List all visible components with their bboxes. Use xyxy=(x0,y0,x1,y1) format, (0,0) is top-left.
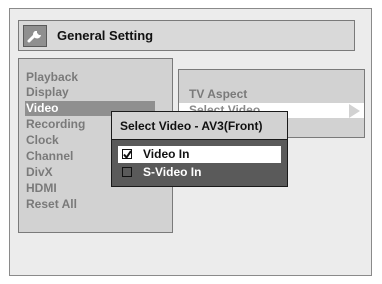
checkbox-unchecked[interactable] xyxy=(122,167,132,177)
checkmark-icon xyxy=(123,150,132,159)
option-s-video-in[interactable]: S-Video In xyxy=(118,164,281,181)
option-label: S-Video In xyxy=(143,165,202,179)
checkbox-checked[interactable] xyxy=(122,149,132,159)
osd-screen: General Setting Playback Display Video R… xyxy=(9,8,372,276)
wrench-icon xyxy=(23,24,47,47)
menu-item-display[interactable]: Display xyxy=(19,85,172,100)
submenu-item-tv-aspect[interactable]: TV Aspect xyxy=(189,87,359,102)
dialog-title: Select Video - AV3(Front) xyxy=(112,112,287,140)
option-label: Video In xyxy=(143,147,190,161)
page-title: General Setting xyxy=(57,28,154,43)
triangle-right-icon xyxy=(349,104,360,118)
option-video-in[interactable]: Video In xyxy=(118,146,281,163)
menu-item-reset-all[interactable]: Reset All xyxy=(19,197,172,212)
select-video-dialog: Select Video - AV3(Front) Video In S-Vid… xyxy=(111,111,288,187)
menu-item-playback[interactable]: Playback xyxy=(19,70,172,85)
title-bar: General Setting xyxy=(18,20,355,51)
